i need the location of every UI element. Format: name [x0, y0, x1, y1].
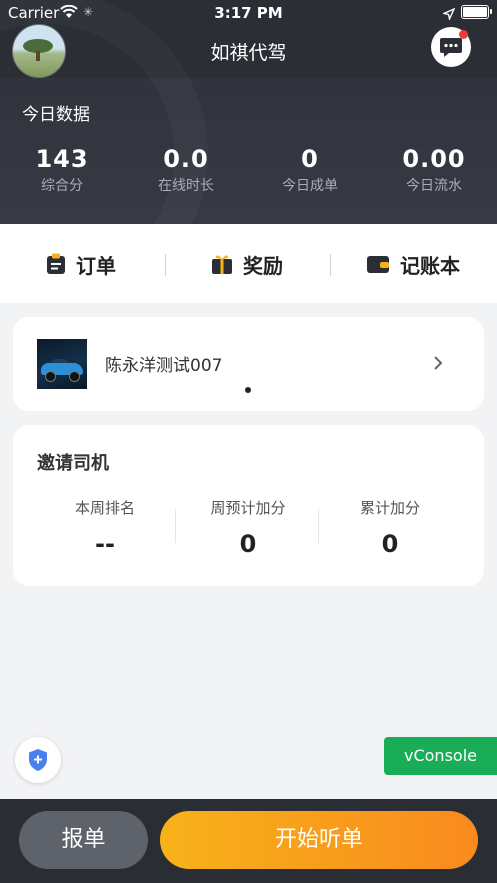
status-time: 3:17 PM — [214, 4, 283, 22]
shield-icon — [29, 749, 47, 771]
page-title: 如祺代驾 — [210, 42, 287, 64]
menu-orders[interactable]: 订单 — [46, 250, 116, 278]
stat-label: 综合分 — [41, 178, 83, 194]
notification-dot — [459, 30, 468, 39]
stat-online-hours: 0.0 在线时长 — [131, 145, 241, 195]
divider — [175, 509, 176, 543]
metric-weekly-rank: 本周排名 -- — [35, 497, 175, 558]
divider — [318, 509, 319, 543]
invite-card: 邀请司机 本周排名 -- 周预计加分 0 累计加分 0 — [13, 425, 484, 586]
vconsole-button[interactable]: vConsole — [384, 737, 497, 775]
stat-value: 0 — [301, 145, 319, 173]
stat-label: 今日流水 — [406, 178, 462, 194]
start-listening-button[interactable]: 开始听单 — [160, 811, 478, 869]
metric-total-bonus: 累计加分 0 — [320, 497, 460, 558]
stat-score: 143 综合分 — [7, 145, 117, 195]
chat-icon — [440, 38, 462, 57]
invite-title[interactable]: 邀请司机 — [37, 449, 109, 475]
stat-label: 今日成单 — [282, 178, 338, 194]
clipboard-icon — [47, 253, 65, 274]
stat-revenue: 0.00 今日流水 — [379, 145, 489, 195]
battery-icon — [461, 5, 492, 19]
metric-weekly-bonus: 周预计加分 0 — [178, 497, 318, 558]
vehicle-card[interactable]: 陈永洋测试007 — [13, 317, 484, 411]
stat-label: 在线时长 — [158, 178, 214, 194]
divider — [165, 254, 166, 276]
metric-label: 累计加分 — [359, 499, 420, 517]
bottom-bar: 报单 开始听单 — [0, 799, 497, 883]
chevron-right-icon — [434, 356, 443, 370]
stat-orders: 0 今日成单 — [255, 145, 365, 195]
wallet-icon — [367, 256, 389, 273]
metric-value: -- — [95, 530, 115, 558]
status-bar: Carrier ✳ 3:17 PM — [0, 0, 497, 26]
header-panel: Carrier ✳ 3:17 PM 如祺代驾 今日数据 143 综合分 0.0 … — [0, 0, 497, 224]
vehicle-name: 陈永洋测试007 — [105, 356, 223, 376]
pager-dot — [245, 387, 251, 393]
menu-rewards[interactable]: 奖励 — [211, 250, 283, 278]
quick-menu: 订单 奖励 记账本 — [0, 224, 497, 303]
menu-ledger-label: 记账本 — [400, 253, 460, 278]
stat-value: 143 — [35, 145, 89, 173]
today-data-label: 今日数据 — [22, 105, 90, 125]
divider — [330, 254, 331, 276]
message-button[interactable] — [431, 27, 471, 67]
car-thumbnail — [37, 339, 87, 389]
menu-rewards-label: 奖励 — [243, 253, 283, 278]
stat-value: 0.00 — [402, 145, 466, 173]
location-icon — [441, 5, 456, 24]
stat-value: 0.0 — [163, 145, 209, 173]
menu-ledger[interactable]: 记账本 — [366, 250, 460, 278]
report-order-button[interactable]: 报单 — [19, 811, 148, 869]
safety-button[interactable] — [15, 737, 61, 783]
metric-value: 0 — [239, 530, 257, 558]
gift-icon — [212, 255, 232, 274]
metric-label: 周预计加分 — [210, 499, 286, 517]
metric-value: 0 — [381, 530, 399, 558]
metric-label: 本周排名 — [74, 499, 135, 517]
menu-orders-label: 订单 — [76, 253, 116, 278]
